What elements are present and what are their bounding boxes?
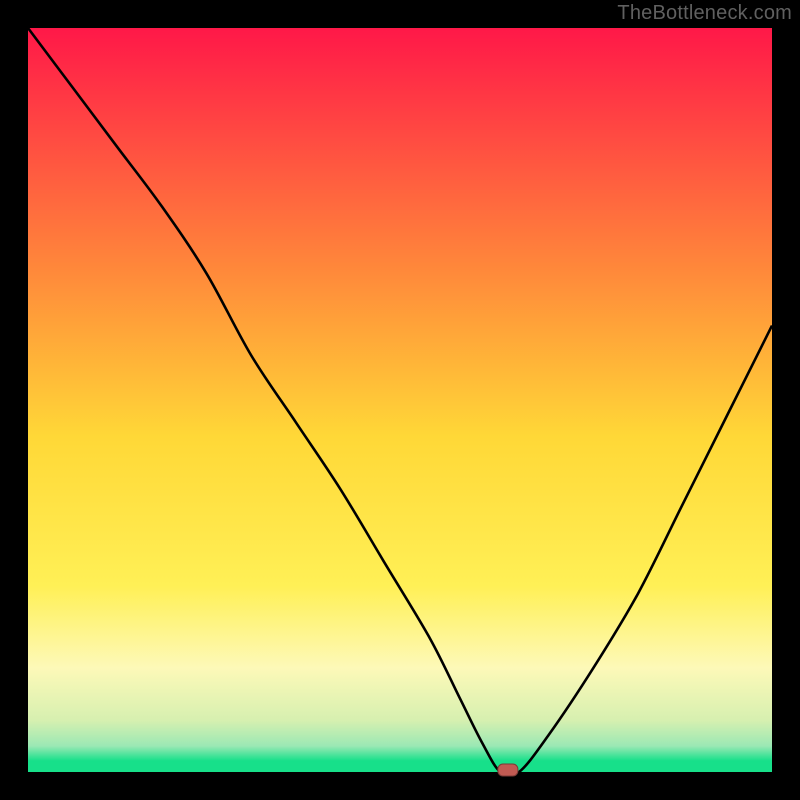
- chart-frame: TheBottleneck.com: [0, 0, 800, 800]
- watermark-text: TheBottleneck.com: [617, 2, 792, 25]
- optimal-point-marker: [498, 764, 518, 776]
- bottleneck-plot: [0, 0, 800, 800]
- plot-background: [28, 28, 772, 772]
